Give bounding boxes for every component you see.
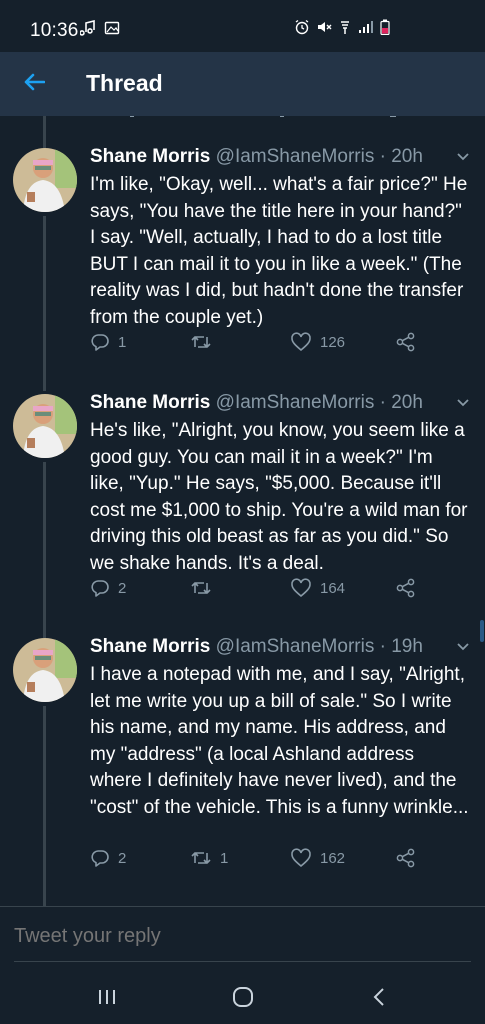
retweet-button[interactable]: 1 [190,848,228,868]
tweet-time: · 20h [379,392,423,413]
chevron-down-icon [457,153,469,161]
tweet-text: I'm like, "Okay, well... what's a fair p… [90,174,468,328]
signal-icon [358,20,374,39]
home-button[interactable] [228,984,258,1010]
status-bar: 10:36 [0,0,485,52]
chevron-down-icon [457,643,469,651]
recent-apps-icon [99,990,115,1004]
share-icon [396,578,415,598]
author-name[interactable]: Shane Morris [90,146,210,167]
reply-count: 2 [118,849,127,867]
heart-icon [291,578,311,598]
avatar[interactable] [13,148,77,212]
like-count: 126 [320,333,346,351]
reply-icon [91,580,109,597]
like-button[interactable]: 164 [290,578,345,598]
retweet-button[interactable] [190,578,220,598]
reply-button[interactable]: 2 [90,578,126,598]
avatar[interactable] [13,638,77,702]
reply-icon [91,850,109,867]
mute-icon [316,19,332,40]
wifi-calling-icon [338,19,352,40]
share-button[interactable] [395,848,417,868]
reply-input[interactable] [14,925,454,948]
tweet-text: I have a notepad with me, and I say, "Al… [90,664,469,818]
recent-apps-button[interactable] [92,984,122,1010]
author-handle[interactable]: @IamShaneMorris [216,392,375,413]
reply-count: 2 [118,579,127,597]
retweet-icon [191,852,211,864]
tweet-time: · 19h [379,636,423,657]
author-handle[interactable]: @IamShaneMorris [216,636,375,657]
reply-count: 1 [118,333,127,351]
retweet-icon [191,582,211,594]
like-button[interactable]: 126 [290,332,345,352]
reply-button[interactable]: 2 [90,848,126,868]
reply-underline [14,961,471,962]
reply-bar [0,906,485,968]
back-arrow-icon [23,73,46,96]
share-icon [396,848,415,868]
like-count: 164 [320,579,346,597]
music-icon [79,19,96,41]
share-button[interactable] [395,332,417,352]
system-nav-bar [0,968,485,1024]
like-button[interactable]: 162 [290,848,345,868]
reply-icon [91,334,109,351]
author-name[interactable]: Shane Morris [90,636,210,657]
chevron-down-icon [457,399,469,407]
home-icon [233,987,253,1007]
thread-line [43,706,46,906]
tweet-header: Shane Morris @IamShaneMorris · 20h [90,146,423,168]
page-title: Thread [86,70,163,96]
tweet-header: Shane Morris @IamShaneMorris · 20h [90,392,423,414]
status-right-icons [294,19,390,40]
status-left-icons [79,19,120,41]
chevron-left-icon [373,988,384,1006]
like-count: 162 [320,849,346,867]
more-options-button[interactable] [456,150,470,164]
retweet-count: 1 [220,849,229,867]
author-name[interactable]: Shane Morris [90,392,210,413]
thread-line [43,116,46,150]
more-options-button[interactable] [456,396,470,410]
alarm-icon [294,19,310,40]
share-icon [396,332,415,352]
gallery-icon [104,20,120,41]
reply-button[interactable]: 1 [90,332,126,352]
retweet-button[interactable] [190,332,220,352]
thread-line [43,216,46,391]
heart-icon [291,332,311,352]
share-button[interactable] [395,578,417,598]
avatar[interactable] [13,394,77,458]
tweet-header: Shane Morris @IamShaneMorris · 19h [90,636,423,658]
back-button[interactable] [18,68,50,100]
tweet-text: He's like, "Alright, you know, you seem … [90,420,468,574]
tweet-time: · 20h [379,146,423,167]
heart-icon [291,848,311,868]
back-nav-button[interactable] [364,984,394,1010]
scrollbar[interactable] [480,620,484,642]
app-header: Thread [0,52,485,116]
author-handle[interactable]: @IamShaneMorris [216,146,375,167]
previous-tweet-fragment [90,116,410,128]
more-options-button[interactable] [456,640,470,654]
status-time: 10:36 [30,20,79,41]
thread-area[interactable]: Shane Morris @IamShaneMorris · 20h I'm l… [0,116,485,906]
retweet-icon [191,336,211,348]
thread-line [43,462,46,638]
battery-icon [380,19,390,40]
